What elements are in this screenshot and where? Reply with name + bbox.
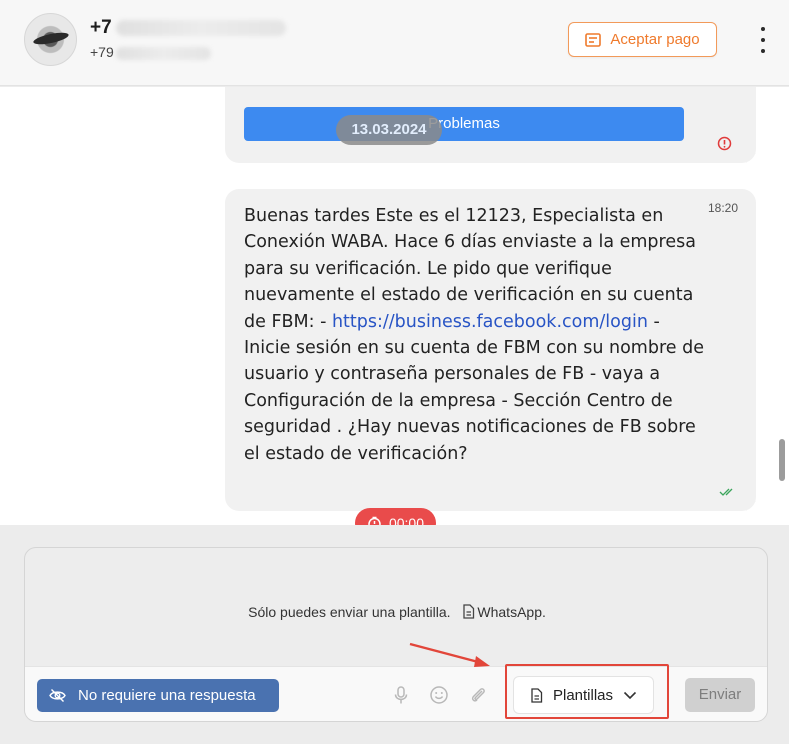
message-text: Buenas tardes Este es el 12123, Especial…	[244, 206, 704, 464]
templates-dropdown[interactable]: Plantillas	[513, 676, 654, 714]
contact-phone: +79	[90, 44, 211, 60]
accept-payment-button[interactable]: Aceptar pago	[568, 22, 717, 57]
contact-avatar[interactable]	[24, 13, 77, 66]
eye-off-icon	[49, 689, 66, 702]
message-bubble: Buenas tardes Este es el 12123, Especial…	[225, 189, 756, 511]
timer-icon	[368, 516, 381, 525]
document-icon	[463, 604, 475, 619]
redacted-phone	[115, 46, 211, 60]
double-check-icon	[719, 488, 733, 496]
chevron-down-icon	[623, 691, 637, 699]
bubble-tail	[746, 153, 756, 163]
document-icon	[585, 32, 602, 47]
composer: Sólo puedes enviar una plantilla. WhatsA…	[24, 547, 768, 722]
accept-payment-label: Aceptar pago	[610, 31, 700, 48]
smile-icon[interactable]	[429, 685, 449, 705]
paperclip-icon[interactable]	[468, 685, 488, 705]
composer-toolbar: No requiere una respuesta Plantillas Env…	[25, 666, 767, 721]
redacted-name	[115, 19, 286, 36]
scrollbar[interactable]	[779, 439, 785, 481]
no-response-label: No requiere una respuesta	[78, 687, 256, 704]
facebook-login-link[interactable]: https://business.facebook.com/login	[332, 312, 648, 332]
bubble-tail	[746, 501, 756, 511]
response-timer: 00:00	[355, 508, 436, 525]
message-bubble: Problemas	[225, 87, 756, 163]
timer-value: 00:00	[388, 515, 425, 525]
message-time: 18:20	[707, 201, 738, 215]
no-response-button[interactable]: No requiere una respuesta	[37, 679, 279, 712]
templates-label: Plantillas	[552, 686, 614, 704]
notice-text: Sólo puedes enviar una plantilla.	[248, 604, 451, 620]
document-icon	[531, 687, 543, 703]
chat-header: +7 +79 Aceptar pago	[0, 0, 789, 86]
error-icon[interactable]	[717, 136, 732, 151]
microphone-icon[interactable]	[391, 685, 411, 705]
more-vertical-icon[interactable]	[752, 24, 774, 56]
contact-name: +7	[90, 17, 286, 39]
date-separator: 13.03.2024	[336, 115, 442, 145]
notice-channel: WhatsApp.	[477, 604, 546, 620]
send-button[interactable]: Enviar	[685, 678, 755, 712]
message-list[interactable]: Problemas 13.03.2024 Buenas tardes Este …	[0, 87, 789, 525]
template-notice: Sólo puedes enviar una plantilla. WhatsA…	[25, 604, 767, 620]
problems-button[interactable]: Problemas	[244, 107, 684, 141]
